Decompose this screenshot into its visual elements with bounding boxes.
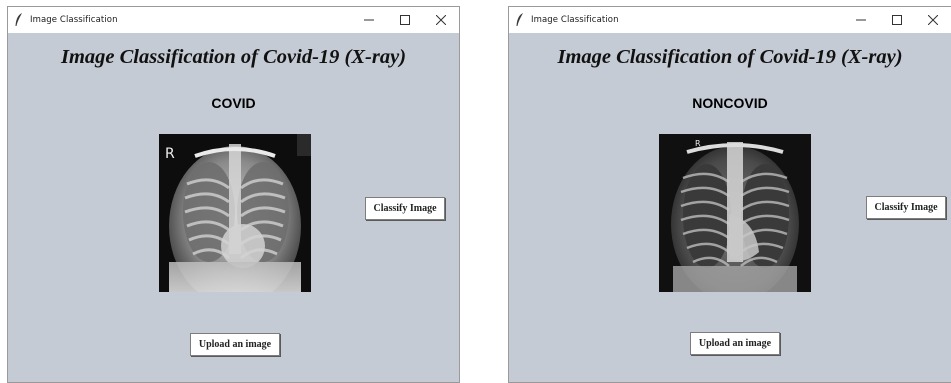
minimize-icon bbox=[856, 19, 866, 21]
maximize-icon bbox=[892, 15, 902, 25]
title-bar[interactable]: Image Classification bbox=[509, 7, 951, 33]
image-marker-label: R bbox=[695, 139, 701, 148]
close-button[interactable] bbox=[915, 7, 951, 33]
app-heading: Image Classification of Covid-19 (X-ray) bbox=[60, 46, 407, 68]
upload-image-button[interactable]: Upload an image bbox=[690, 332, 780, 355]
close-button[interactable] bbox=[423, 7, 459, 33]
app-heading: Image Classification of Covid-19 (X-ray) bbox=[557, 46, 903, 68]
xray-image-noncovid: R bbox=[659, 134, 811, 292]
upload-image-button[interactable]: Upload an image bbox=[190, 333, 280, 356]
minimize-button[interactable] bbox=[843, 7, 879, 33]
classify-image-button[interactable]: Classify Image bbox=[866, 196, 946, 219]
window-title: Image Classification bbox=[531, 15, 619, 25]
maximize-icon bbox=[400, 15, 410, 25]
feather-icon bbox=[516, 13, 523, 26]
window-title: Image Classification bbox=[30, 15, 118, 25]
close-icon bbox=[436, 15, 446, 25]
image-marker-label: R bbox=[165, 146, 175, 162]
close-icon bbox=[928, 15, 938, 25]
app-window-covid: Image Classification Image Classificatio… bbox=[7, 6, 460, 383]
minimize-icon bbox=[364, 19, 374, 21]
window-content: Image Classification of Covid-19 (X-ray)… bbox=[509, 33, 951, 382]
classification-result: NONCOVID bbox=[692, 95, 768, 111]
app-window-noncovid: Image Classification Image Classificatio… bbox=[508, 6, 951, 383]
classify-image-button[interactable]: Classify Image bbox=[365, 197, 445, 220]
maximize-button[interactable] bbox=[387, 7, 423, 33]
xray-image-covid: R bbox=[159, 134, 311, 292]
feather-icon bbox=[15, 13, 22, 26]
classification-result: COVID bbox=[211, 95, 256, 111]
maximize-button[interactable] bbox=[879, 7, 915, 33]
window-content: Image Classification of Covid-19 (X-ray)… bbox=[8, 33, 459, 382]
title-bar[interactable]: Image Classification bbox=[8, 7, 459, 33]
minimize-button[interactable] bbox=[351, 7, 387, 33]
